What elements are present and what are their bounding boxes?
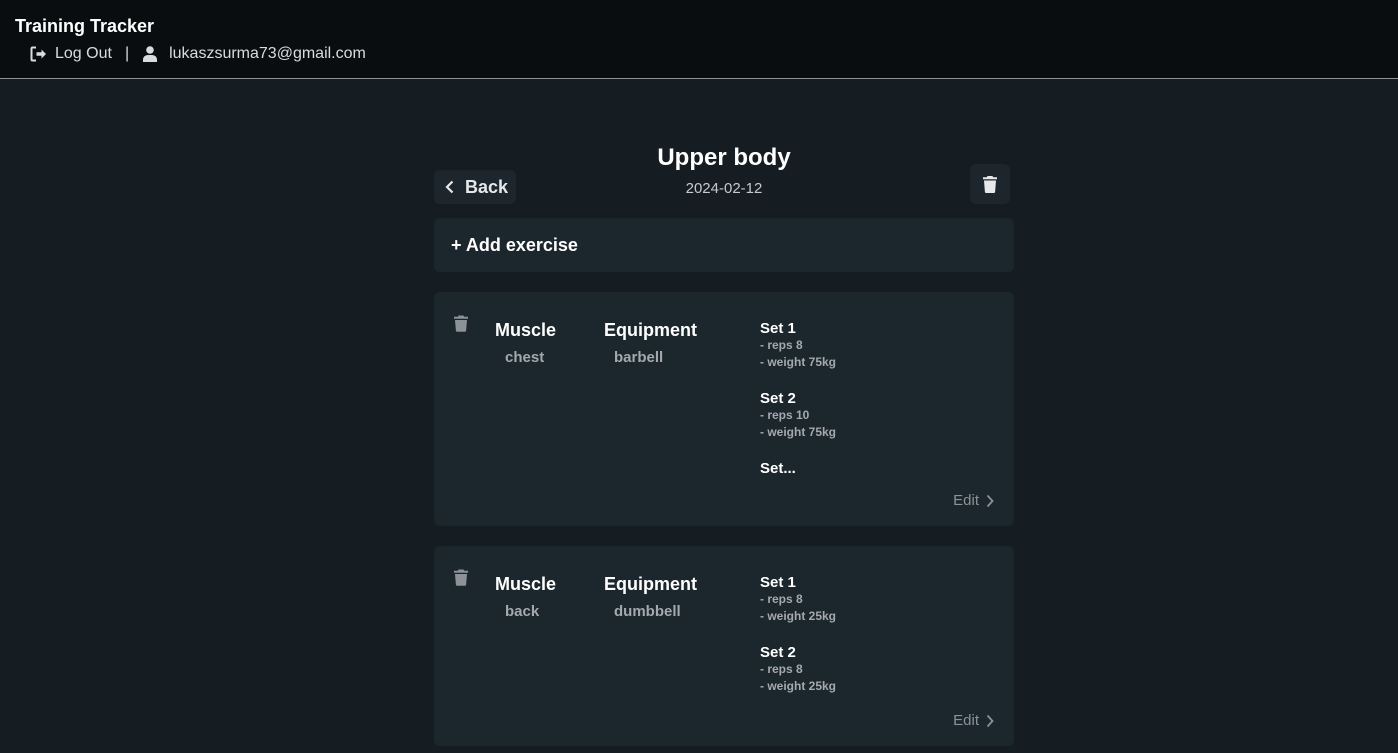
edit-label: Edit	[953, 712, 979, 729]
nav-separator: |	[124, 45, 130, 62]
set-title: Set 1	[760, 320, 796, 337]
set-weight: - weight 75kg	[760, 355, 837, 369]
back-button[interactable]: Back	[434, 170, 516, 204]
logout-link[interactable]: Log Out	[30, 45, 112, 63]
back-label: Back	[465, 176, 509, 197]
equipment-heading: Equipment	[604, 574, 697, 594]
chevron-right-icon	[986, 714, 994, 727]
set-weight: - weight 75kg	[760, 425, 837, 439]
more-sets-indicator: Set...	[760, 460, 796, 477]
delete-exercise-button[interactable]	[454, 315, 468, 337]
sets-list: Set 1 - reps 8 - weight 75kg Set 2 - rep…	[760, 320, 836, 477]
nav-row: Log Out | lukaszsurma73@gmail.com	[30, 44, 366, 64]
edit-label: Edit	[953, 492, 979, 509]
user-email: lukaszsurma73@gmail.com	[169, 45, 366, 62]
set-item: Set 1 - reps 8 - weight 75kg	[760, 320, 836, 371]
logout-label: Log Out	[55, 45, 112, 62]
set-title: Set 1	[760, 574, 796, 591]
logout-icon	[30, 46, 46, 62]
muscle-value: back	[505, 603, 540, 620]
delete-workout-button[interactable]	[970, 164, 1010, 204]
muscle-value: chest	[505, 349, 545, 366]
set-reps: - reps 10	[760, 408, 810, 422]
exercise-card: Muscle chest Equipment barbell Set 1 - r…	[434, 292, 1014, 526]
sets-list: Set 1 - reps 8 - weight 25kg Set 2 - rep…	[760, 574, 836, 714]
equipment-heading: Equipment	[604, 320, 697, 340]
edit-exercise-link[interactable]: Edit	[953, 712, 994, 729]
delete-exercise-button[interactable]	[454, 569, 468, 591]
trash-icon	[983, 176, 997, 193]
muscle-heading: Muscle	[495, 574, 557, 594]
set-reps: - reps 8	[760, 592, 803, 606]
workout-header: Upper body 2024-02-12 Back	[434, 140, 1014, 210]
set-item: Set 2 - reps 10 - weight 75kg	[760, 390, 836, 441]
equipment-value: dumbbell	[614, 603, 681, 620]
set-weight: - weight 25kg	[760, 609, 837, 623]
set-reps: - reps 8	[760, 662, 803, 676]
muscle-heading: Muscle	[495, 320, 557, 340]
trash-icon	[454, 569, 468, 586]
app-title[interactable]: Training Tracker	[15, 16, 154, 37]
trash-icon	[454, 315, 468, 332]
add-exercise-button[interactable]: + Add exercise	[434, 218, 1014, 272]
set-title: Set 2	[760, 644, 796, 661]
set-title: Set 2	[760, 390, 796, 407]
set-weight: - weight 25kg	[760, 679, 837, 693]
chevron-left-icon	[445, 180, 454, 194]
top-navbar: Training Tracker Log Out | lukaszsurma73…	[0, 0, 1398, 79]
edit-exercise-link[interactable]: Edit	[953, 492, 994, 509]
set-item: Set 1 - reps 8 - weight 25kg	[760, 574, 836, 625]
user-icon	[143, 46, 158, 62]
chevron-right-icon	[986, 494, 994, 507]
workout-title: Upper body	[657, 144, 791, 171]
equipment-value: barbell	[614, 349, 664, 366]
set-item: Set 2 - reps 8 - weight 25kg	[760, 644, 836, 695]
exercise-card: Muscle back Equipment dumbbell Set 1 - r…	[434, 546, 1014, 746]
workout-date: 2024-02-12	[685, 180, 763, 197]
set-reps: - reps 8	[760, 338, 803, 352]
